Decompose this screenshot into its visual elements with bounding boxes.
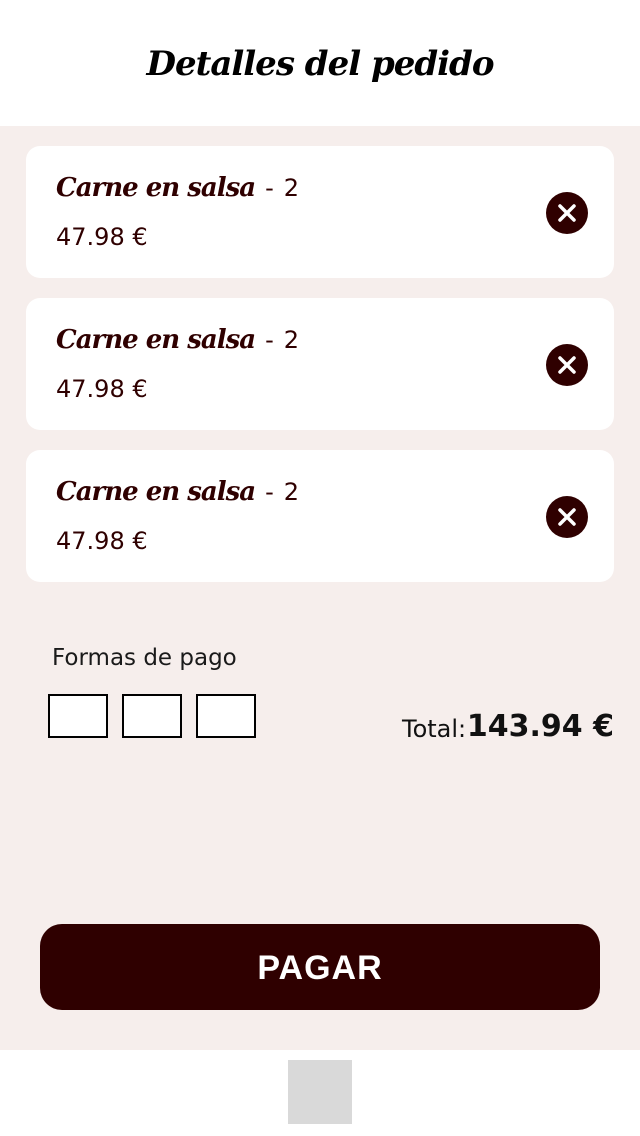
order-item-price: 47.98 € <box>56 223 148 251</box>
order-item-separator: - <box>265 478 274 506</box>
payment-option-2[interactable] <box>122 694 182 738</box>
pay-button[interactable]: PAGAR <box>40 924 600 1010</box>
app-header: Detalles del pedido <box>0 0 640 126</box>
order-item-line: Carne en salsa -2 <box>56 322 299 358</box>
order-item-separator: - <box>265 174 274 202</box>
order-item-card: Carne en salsa -2 47.98 € <box>26 146 614 278</box>
order-details-panel: Carne en salsa -2 47.98 € Carne en salsa -… <box>0 126 640 1050</box>
close-circle-icon <box>558 204 576 222</box>
payment-option-1[interactable] <box>48 694 108 738</box>
bottom-bar <box>0 1050 640 1136</box>
order-item-card: Carne en salsa -2 47.98 € <box>26 450 614 582</box>
remove-item-button[interactable] <box>546 344 588 386</box>
page-title: Detalles del pedido <box>146 44 495 84</box>
payment-option-3[interactable] <box>196 694 256 738</box>
total-amount: 143.94 € <box>466 709 614 744</box>
order-item-price: 47.98 € <box>56 527 148 555</box>
remove-item-button[interactable] <box>546 192 588 234</box>
order-item-name: Carne en salsa <box>56 173 256 203</box>
order-item-quantity: 2 <box>283 478 300 506</box>
close-circle-icon <box>558 356 576 374</box>
total-label: Total: <box>402 715 467 743</box>
remove-item-button[interactable] <box>546 496 588 538</box>
order-item-card: Carne en salsa -2 47.98 € <box>26 298 614 430</box>
order-item-quantity: 2 <box>283 326 300 354</box>
order-item-name: Carne en salsa <box>56 477 256 507</box>
order-item-name: Carne en salsa <box>56 325 256 355</box>
order-item-quantity: 2 <box>283 174 300 202</box>
order-item-line: Carne en salsa -2 <box>56 170 299 206</box>
order-item-separator: - <box>265 326 274 354</box>
image-placeholder <box>288 1060 352 1124</box>
order-item-line: Carne en salsa -2 <box>56 474 299 510</box>
payment-methods-label: Formas de pago <box>52 645 237 671</box>
close-circle-icon <box>558 508 576 526</box>
order-item-price: 47.98 € <box>56 375 148 403</box>
